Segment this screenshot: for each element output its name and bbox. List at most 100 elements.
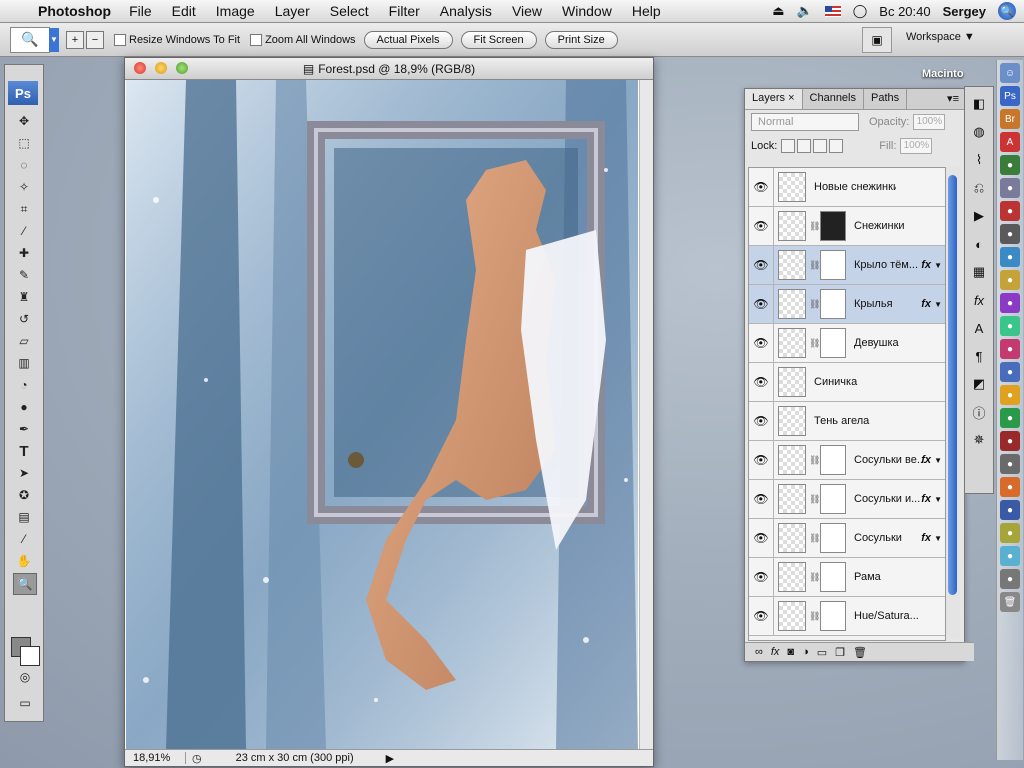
app-dock-icon[interactable]: ●: [1000, 385, 1020, 405]
history-panel-icon[interactable]: ⎌: [968, 177, 990, 199]
scrollbar-thumb[interactable]: [948, 175, 957, 595]
layer-thumbnail[interactable]: [778, 289, 806, 319]
eraser-tool-icon[interactable]: ▱: [13, 331, 35, 351]
layer-thumbnail[interactable]: [778, 484, 806, 514]
trash-dock-icon[interactable]: 🗑: [1000, 592, 1020, 612]
mask-link-icon[interactable]: ⛓: [809, 299, 820, 310]
app-dock-icon[interactable]: ●: [1000, 546, 1020, 566]
layer-thumbnail[interactable]: [778, 601, 806, 631]
status-menu-arrow-icon[interactable]: ▶: [386, 752, 394, 765]
visibility-eye-icon[interactable]: 👁: [749, 441, 774, 479]
layer-row[interactable]: 👁 ⛓ Снежинки: [749, 207, 945, 246]
ps-logo[interactable]: Ps: [8, 81, 38, 105]
layer-thumbnail[interactable]: [778, 328, 806, 358]
zoom-tool-icon[interactable]: 🔍: [13, 573, 37, 595]
new-group-icon[interactable]: ▭: [817, 646, 827, 659]
opacity-field[interactable]: 100%: [913, 114, 946, 130]
tab-layers[interactable]: Layers ×: [745, 89, 803, 109]
visibility-eye-icon[interactable]: 👁: [749, 519, 774, 557]
lock-pixels-icon[interactable]: [797, 139, 812, 153]
move-tool-icon[interactable]: ✥: [13, 111, 35, 131]
tool-preset-picker[interactable]: 🔍 ▼: [10, 26, 59, 53]
character-panel-icon[interactable]: A: [968, 317, 990, 339]
expand-effects-icon[interactable]: ▼: [934, 261, 942, 270]
layer-name[interactable]: Синичка: [814, 376, 896, 388]
menu-layer[interactable]: Layer: [275, 3, 310, 19]
app-dock-icon[interactable]: ●: [1000, 247, 1020, 267]
mask-link-icon[interactable]: ⛓: [809, 221, 820, 232]
app-dock-icon[interactable]: ●: [1000, 201, 1020, 221]
app-dock-icon[interactable]: ●: [1000, 500, 1020, 520]
zoom-all-windows-checkbox[interactable]: Zoom All Windows: [250, 33, 356, 46]
finder-dock-icon[interactable]: ☺: [1000, 63, 1020, 83]
image-canvas[interactable]: [126, 80, 638, 749]
path-selection-tool-icon[interactable]: ➤: [13, 463, 35, 483]
menu-edit[interactable]: Edit: [172, 3, 196, 19]
visibility-eye-icon[interactable]: 👁: [749, 168, 774, 206]
layer-fx-badge[interactable]: fx: [921, 259, 931, 271]
app-dock-icon[interactable]: ●: [1000, 270, 1020, 290]
tab-channels[interactable]: Channels: [803, 89, 864, 109]
layer-fx-badge[interactable]: fx: [921, 454, 931, 466]
app-dock-icon[interactable]: ●: [1000, 155, 1020, 175]
input-source-flag-icon[interactable]: [824, 5, 841, 17]
visibility-eye-icon[interactable]: 👁: [749, 480, 774, 518]
blend-mode-select[interactable]: Normal: [751, 113, 859, 131]
app-dock-icon[interactable]: ●: [1000, 408, 1020, 428]
volume-icon[interactable]: 🔈: [797, 3, 813, 19]
crop-tool-icon[interactable]: ⌗: [13, 199, 35, 219]
lock-transparency-icon[interactable]: [781, 139, 796, 153]
navigator-panel-icon[interactable]: ◩: [968, 373, 990, 395]
layer-thumbnail[interactable]: [778, 562, 806, 592]
info-panel-icon[interactable]: ⓘ: [968, 401, 990, 423]
channels-panel-icon[interactable]: ◍: [968, 121, 990, 143]
layer-row[interactable]: 👁 Новые снежинки: [749, 168, 945, 207]
menu-window[interactable]: Window: [562, 3, 612, 19]
app-dock-icon[interactable]: ●: [1000, 569, 1020, 589]
layer-row[interactable]: 👁 ⛓ Сосульки ве... fx ▼: [749, 441, 945, 480]
app-dock-icon[interactable]: ●: [1000, 339, 1020, 359]
app-dock-icon[interactable]: ●: [1000, 316, 1020, 336]
blur-tool-icon[interactable]: ◔: [13, 375, 35, 395]
visibility-eye-icon[interactable]: 👁: [749, 324, 774, 362]
visibility-eye-icon[interactable]: 👁: [749, 402, 774, 440]
resize-windows-checkbox[interactable]: Resize Windows To Fit: [114, 33, 240, 46]
bridge-dock-icon[interactable]: Br: [1000, 109, 1020, 129]
visibility-eye-icon[interactable]: 👁: [749, 285, 774, 323]
eject-icon[interactable]: ⏏: [772, 3, 784, 19]
menu-image[interactable]: Image: [216, 3, 255, 19]
acrobat-dock-icon[interactable]: A: [1000, 132, 1020, 152]
menu-file[interactable]: File: [129, 3, 152, 19]
layer-row[interactable]: 👁 ⛓ Крыло тём... fx ▼: [749, 246, 945, 285]
layer-name[interactable]: Новые снежинки: [814, 181, 896, 193]
checkbox-box[interactable]: [114, 33, 126, 46]
layers-panel-icon[interactable]: ◧: [968, 93, 990, 115]
layer-mask-thumbnail[interactable]: [820, 484, 846, 514]
tab-paths[interactable]: Paths: [864, 89, 908, 109]
layer-name[interactable]: Рама: [854, 571, 936, 583]
lock-position-icon[interactable]: [813, 139, 828, 153]
visibility-eye-icon[interactable]: 👁: [749, 558, 774, 596]
layer-mask-thumbnail[interactable]: [820, 562, 846, 592]
layer-mask-thumbnail[interactable]: [820, 289, 846, 319]
paths-panel-icon[interactable]: ⌇: [968, 149, 990, 171]
lock-all-icon[interactable]: [829, 139, 844, 153]
layer-thumbnail[interactable]: [778, 211, 806, 241]
spotlight-icon[interactable]: 🔍: [998, 2, 1016, 20]
color-sampler-tool-icon[interactable]: ⁄: [13, 529, 35, 549]
shape-tool-icon[interactable]: ✪: [13, 485, 35, 505]
mask-link-icon[interactable]: ⛓: [809, 533, 820, 544]
clone-stamp-tool-icon[interactable]: ♜: [13, 287, 35, 307]
zoom-out-icon[interactable]: −: [86, 30, 104, 49]
zoom-window-button[interactable]: [176, 62, 188, 74]
hand-tool-icon[interactable]: ✋: [13, 551, 35, 571]
app-dock-icon[interactable]: ●: [1000, 477, 1020, 497]
expand-effects-icon[interactable]: ▼: [934, 534, 942, 543]
paragraph-panel-icon[interactable]: ¶: [968, 345, 990, 367]
layer-mask-thumbnail[interactable]: [820, 250, 846, 280]
layer-thumbnail[interactable]: [778, 250, 806, 280]
history-brush-tool-icon[interactable]: ↺: [13, 309, 35, 329]
swatches-panel-icon[interactable]: ▦: [968, 261, 990, 283]
layer-thumbnail[interactable]: [778, 523, 806, 553]
screen-mode-icon[interactable]: ▭: [14, 693, 36, 713]
